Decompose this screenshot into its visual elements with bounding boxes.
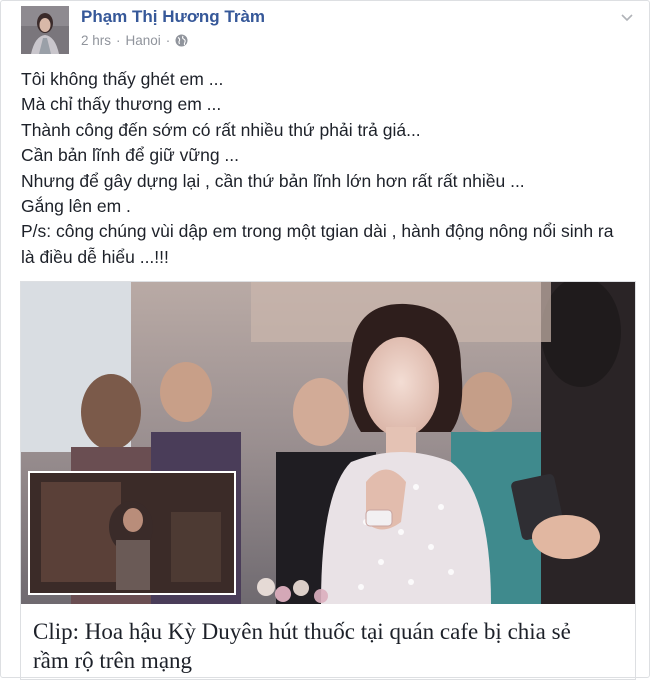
- post-line: P/s: công chúng vùi dập em trong một tgi…: [21, 221, 614, 242]
- avatar[interactable]: [21, 6, 69, 54]
- post-meta: 2 hrs · Hanoi ·: [81, 33, 188, 48]
- post-line: Mà chỉ thấy thương em ...: [21, 94, 222, 115]
- link-preview[interactable]: Clip: Hoa hậu Kỳ Duyên hút thuốc tại quá…: [20, 281, 636, 680]
- post-line: là điều dễ hiểu ...!!!: [21, 246, 169, 267]
- post-body: Tôi không thấy ghét em ... Mà chỉ thấy t…: [21, 67, 631, 270]
- post-location[interactable]: Hanoi: [126, 33, 161, 48]
- post-line: Gắng lên em .: [21, 196, 131, 217]
- link-preview-image[interactable]: [21, 282, 635, 604]
- meta-separator: ·: [165, 33, 171, 48]
- meta-separator: ·: [116, 33, 121, 48]
- globe-icon[interactable]: [175, 34, 188, 47]
- chevron-down-icon[interactable]: [619, 9, 635, 25]
- post-line: Cần bản lĩnh để giữ vững ...: [21, 145, 240, 166]
- post-line: Nhưng để gây dựng lại , cần thứ bản lĩnh…: [21, 170, 525, 191]
- author-name[interactable]: Phạm Thị Hương Tràm: [81, 7, 265, 27]
- post-line: Tôi không thấy ghét em ...: [21, 69, 224, 89]
- link-preview-title[interactable]: Clip: Hoa hậu Kỳ Duyên hút thuốc tại quá…: [33, 617, 623, 675]
- post-card: Phạm Thị Hương Tràm 2 hrs · Hanoi · Tôi …: [0, 0, 650, 680]
- link-title-line: rầm rộ trên mạng: [33, 648, 193, 673]
- post-line: Thành công đến sớm có rất nhiều thứ phải…: [21, 119, 421, 140]
- post-time[interactable]: 2 hrs: [81, 33, 111, 48]
- link-title-line: Clip: Hoa hậu Kỳ Duyên hút thuốc tại quá…: [33, 619, 571, 644]
